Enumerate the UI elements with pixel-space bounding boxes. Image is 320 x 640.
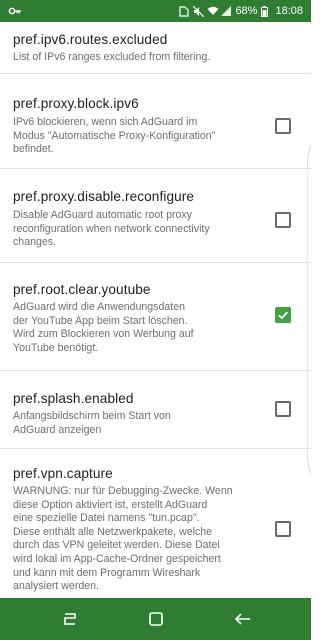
battery-icon (261, 6, 271, 17)
pref-title: pref.splash.enabled (13, 391, 134, 406)
battery-percent: 68% (235, 5, 258, 17)
checkbox[interactable] (275, 118, 291, 134)
checkbox[interactable] (275, 401, 291, 417)
back-icon[interactable] (230, 606, 256, 632)
pref-item-vpn-capture[interactable]: pref.vpn.capture WARNUNG: nur für Debugg… (0, 449, 311, 598)
pref-summary: WARNUNG: nur für Debugging-Zwecke. Wenn … (13, 485, 233, 593)
status-bar: 68% 18:08 (0, 0, 311, 22)
key-icon (8, 4, 22, 18)
signal-icon (221, 6, 232, 16)
home-icon[interactable] (143, 606, 169, 632)
pref-title: pref.vpn.capture (13, 466, 113, 481)
preferences-list[interactable]: pref.ipv6.routes.excluded List of IPv6 r… (0, 22, 311, 598)
pref-title: pref.proxy.disable.reconfigure (13, 189, 195, 204)
sim-icon (179, 6, 190, 17)
pref-item-proxy-disable-reconfigure[interactable]: pref.proxy.disable.reconfigure Disable A… (0, 169, 311, 263)
check-icon (278, 311, 288, 320)
wifi-icon (207, 6, 219, 16)
pref-title: pref.proxy.block.ipv6 (13, 96, 139, 111)
navigation-bar (0, 598, 311, 640)
pref-summary: List of IPv6 ranges excluded from filter… (13, 51, 211, 63)
checkbox-checked[interactable] (275, 307, 291, 323)
mute-icon (193, 5, 205, 18)
pref-title: pref.root.clear.youtube (13, 282, 151, 297)
recent-apps-icon[interactable] (57, 606, 83, 632)
pref-item-ipv6-routes-excluded[interactable]: pref.ipv6.routes.excluded List of IPv6 r… (0, 22, 311, 74)
pref-item-root-clear-youtube[interactable]: pref.root.clear.youtube AdGuard wird die… (0, 263, 311, 371)
pref-item-proxy-block-ipv6[interactable]: pref.proxy.block.ipv6 IPv6 blockieren, w… (0, 74, 311, 169)
clock: 18:08 (275, 5, 303, 17)
pref-summary: Anfangsbildschirm beim Start von AdGuard… (13, 410, 171, 436)
pref-title: pref.ipv6.routes.excluded (13, 32, 168, 47)
pref-summary: AdGuard wird die Anwendungsdaten der You… (13, 301, 194, 354)
pref-summary: Disable AdGuard automatic root proxy rec… (13, 209, 210, 249)
pref-item-splash-enabled[interactable]: pref.splash.enabled Anfangsbildschirm be… (0, 371, 311, 449)
checkbox[interactable] (275, 212, 291, 228)
edge-panel-handle[interactable] (306, 144, 312, 476)
status-icons: 68% 18:08 (179, 0, 303, 22)
checkbox[interactable] (275, 521, 291, 537)
pref-summary: IPv6 blockieren, wenn sich AdGuard im Mo… (13, 116, 216, 156)
